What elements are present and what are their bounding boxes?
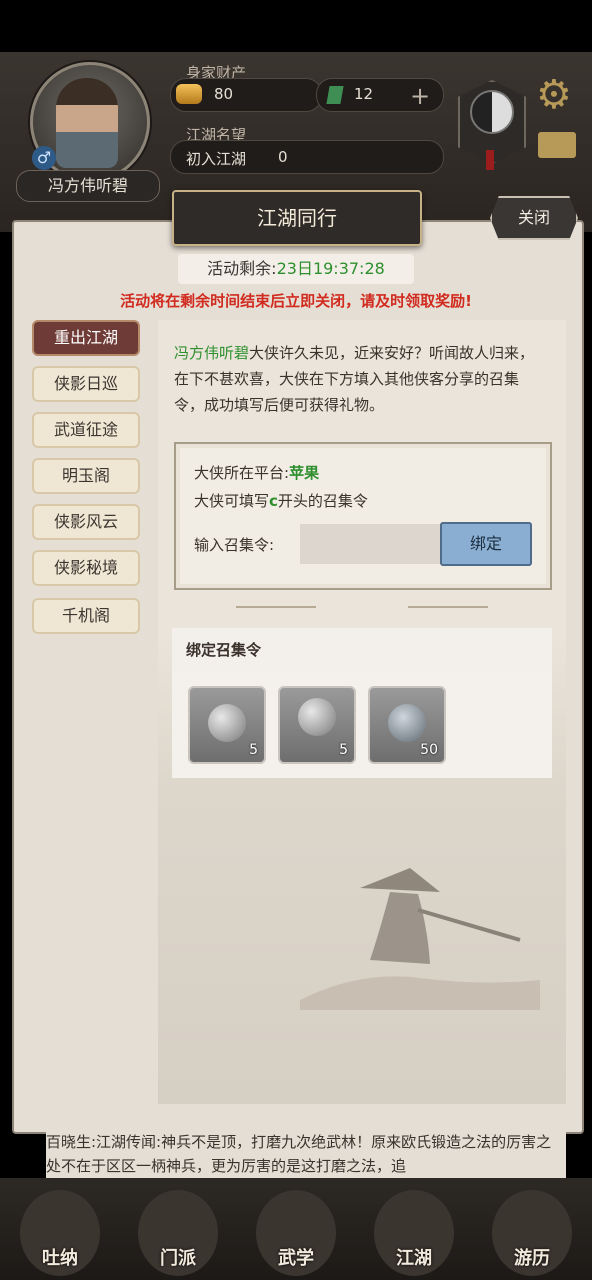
modal-title: 江湖同行 [172, 190, 422, 246]
code-hint-suffix: 开头的召集令 [277, 492, 368, 510]
avatar-portrait [56, 78, 118, 168]
tab-xiaying-fengyun[interactable]: 侠影风云 [32, 504, 140, 540]
bind-button[interactable]: 绑定 [440, 522, 532, 566]
tab-qianji-ge[interactable]: 千机阁 [32, 598, 140, 634]
gold-ingot-icon [176, 84, 202, 104]
platform-label: 大侠所在平台: [194, 464, 290, 482]
gender-male-icon: ♂ [32, 146, 56, 170]
orb-stand-icon [298, 698, 336, 736]
tab-chongchu-jianghu[interactable]: 重出江湖 [32, 320, 140, 356]
reputation-title: 初入江湖 [186, 150, 247, 168]
rewards-title: 绑定召集令 [172, 628, 552, 672]
jade-amount: 12 [354, 85, 374, 103]
reward-qty: 5 [339, 742, 348, 758]
activity-timer: 活动剩余:23日19:37:28 [178, 254, 414, 284]
mail-icon[interactable] [538, 132, 576, 158]
platform-value: 苹果 [289, 464, 320, 482]
code-hint-prefix: 大侠可填写 [194, 492, 270, 510]
tab-xiaying-rixun[interactable]: 侠影日巡 [32, 366, 140, 402]
divider-left [236, 606, 316, 608]
tab-xiaying-mijing[interactable]: 侠影秘境 [32, 550, 140, 586]
nav-label-jianghu: 江湖 [396, 1248, 432, 1269]
add-jade-button[interactable]: + [410, 82, 430, 110]
nav-label-wuxue: 武学 [278, 1248, 314, 1269]
nav-label-menpai: 门派 [160, 1248, 196, 1269]
input-label: 输入召集令: [194, 536, 275, 554]
timer-value: 23日19:37:28 [276, 259, 385, 278]
divider-right [408, 606, 488, 608]
code-hint-line: 大侠可填写c开头的召集令 [194, 490, 368, 511]
reward-qty: 50 [420, 742, 438, 758]
gold-amount: 80 [214, 85, 234, 103]
intro-text: 冯方伟听碧大侠许久未见，近来安好？听闻故人归来，在下不甚欢喜，大侠在下方填入其他… [174, 340, 548, 418]
code-input[interactable] [300, 524, 442, 564]
reward-item[interactable]: 5 [278, 686, 356, 764]
nav-label-youli: 游历 [514, 1248, 550, 1269]
fisherman-illustration [300, 868, 540, 1010]
reward-item[interactable]: 5 [188, 686, 266, 764]
news-ticker: 百晓生:江湖传闻:神兵不是顶，打磨九次绝武林！原来欧氏锻造之法的厉害之处不在于区… [46, 1130, 566, 1178]
reputation-value: 0 [278, 148, 288, 166]
intro-player-name: 冯方伟听碧 [174, 344, 250, 362]
tab-mingyu-ge[interactable]: 明玉阁 [32, 458, 140, 494]
reward-qty: 5 [249, 742, 258, 758]
reward-item[interactable]: 50 [368, 686, 446, 764]
warning-text: 活动将在剩余时间结束后立即关闭，请及时领取奖励! [120, 292, 472, 310]
timer-label: 活动剩余: [207, 259, 277, 278]
code-hint-letter: c [269, 492, 278, 510]
player-name: 冯方伟听碧 [16, 170, 160, 202]
tassel-icon [486, 150, 494, 170]
status-bar [0, 0, 592, 52]
orb-icon [208, 704, 246, 742]
tab-wudao-zhengtu[interactable]: 武道征途 [32, 412, 140, 448]
yin-yang-icon [470, 90, 514, 134]
crystal-orb-icon [388, 704, 426, 742]
platform-line: 大侠所在平台:苹果 [194, 462, 319, 483]
nav-label-tuna: 吐纳 [42, 1248, 78, 1269]
gear-icon[interactable]: ⚙ [536, 72, 572, 118]
close-button[interactable]: 关闭 [490, 196, 578, 240]
